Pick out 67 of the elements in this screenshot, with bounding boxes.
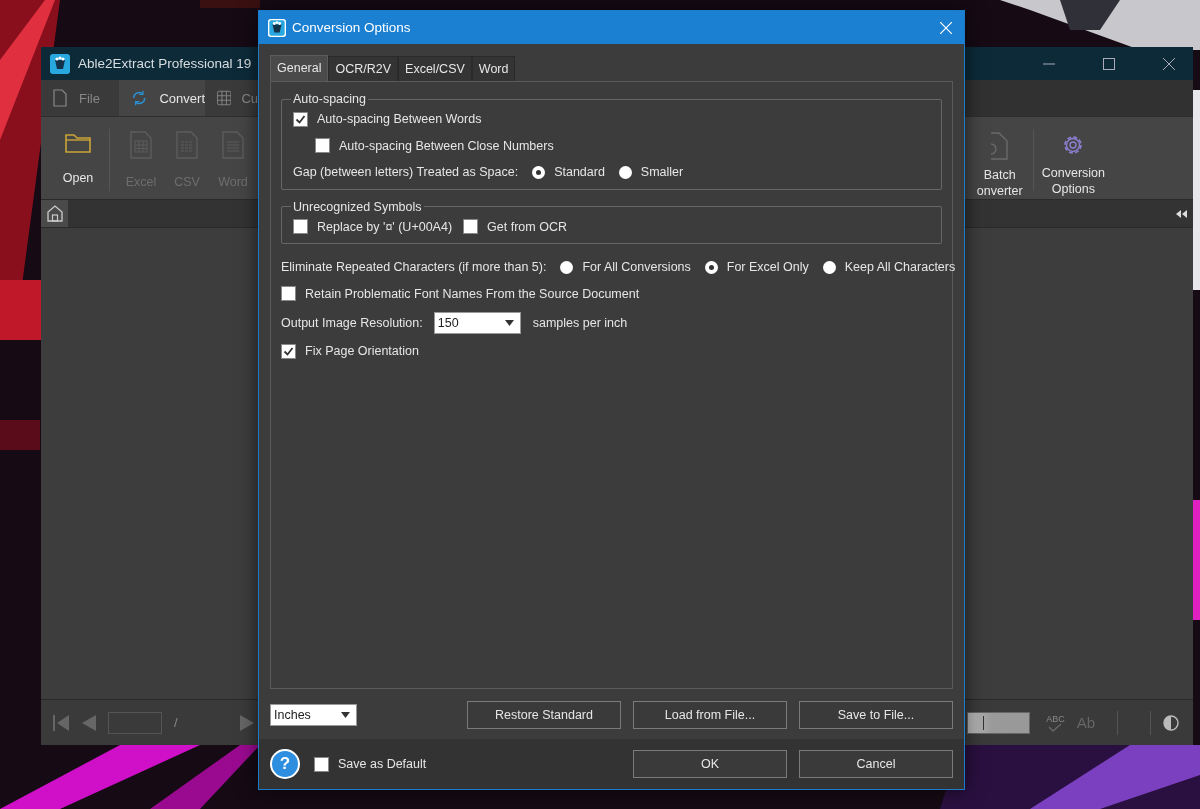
folder-icon xyxy=(64,131,92,155)
maximize-icon[interactable] xyxy=(1103,57,1115,70)
caret-icon xyxy=(504,319,514,326)
radio-label: For All Conversions xyxy=(582,260,691,275)
unit-label: samples per inch xyxy=(532,315,628,330)
radio-label: Standard xyxy=(554,165,605,180)
file-button[interactable]: Load from File... xyxy=(633,701,787,729)
contrast-icon[interactable] xyxy=(1163,714,1179,731)
grid-icon xyxy=(217,90,232,106)
file-button[interactable]: Restore Standard xyxy=(467,701,621,729)
home-button[interactable] xyxy=(41,200,68,227)
dialog-title: Conversion Options xyxy=(292,20,411,35)
window-title: Able2Extract Professional 19 xyxy=(78,56,252,71)
checkbox[interactable] xyxy=(281,343,296,359)
radio-button[interactable] xyxy=(560,260,574,274)
radio-button[interactable] xyxy=(822,260,836,274)
dialog-button[interactable]: Cancel xyxy=(799,750,953,778)
resolution-dropdown[interactable]: 150 xyxy=(433,311,521,334)
menu-tab[interactable]: Convert xyxy=(119,80,205,116)
radio-label: Smaller xyxy=(640,165,684,180)
zoom-slider[interactable] xyxy=(967,711,1031,734)
ribbon-button[interactable]: Batch onverter xyxy=(974,117,1025,199)
close-icon[interactable] xyxy=(1163,57,1175,70)
radio-label: Keep All Characters xyxy=(844,260,956,275)
home-icon xyxy=(46,205,63,222)
checkbox-label: Save as Default xyxy=(338,757,427,771)
radio-button[interactable] xyxy=(704,260,718,274)
radio-label: For Excel Only xyxy=(726,260,809,275)
group-title: Unrecognized Symbols xyxy=(292,199,423,214)
checkbox-label: Fix Page Orientation xyxy=(305,344,419,359)
radio-button[interactable] xyxy=(618,165,632,179)
checkbox[interactable] xyxy=(293,219,308,235)
tab[interactable]: Excel/CSV xyxy=(398,56,472,81)
tab[interactable]: Word xyxy=(471,56,516,81)
collapse-icon[interactable] xyxy=(1176,209,1187,218)
group-title: Auto-spacing xyxy=(292,92,367,106)
app-logo-icon xyxy=(268,18,286,37)
option-label: Gap (between letters) Treated as Space: xyxy=(293,165,519,180)
checkbox-label: Retain Problematic Font Names From the Source Document xyxy=(305,286,640,301)
checkbox[interactable] xyxy=(463,219,479,235)
gear-file-icon xyxy=(990,131,1009,161)
option-label: Output Image Resolution: xyxy=(281,315,423,330)
dialog-button[interactable]: OK xyxy=(633,750,787,778)
checkbox[interactable] xyxy=(314,756,329,772)
refresh-icon xyxy=(131,89,148,107)
checkbox-label: Auto-spacing Between Words xyxy=(317,112,482,127)
checkbox[interactable] xyxy=(293,111,308,127)
checkbox[interactable] xyxy=(281,286,296,302)
checkbox-label: Get from OCR xyxy=(487,219,567,234)
checkbox[interactable] xyxy=(315,138,330,154)
tab[interactable]: OCR/R2V xyxy=(328,56,399,81)
checkbox-label: Auto-spacing Between Close Numbers xyxy=(339,138,554,153)
file-button[interactable]: Save to File... xyxy=(799,701,953,729)
check-icon xyxy=(1048,723,1063,732)
ribbon-button[interactable]: Open xyxy=(55,117,101,199)
ribbon-button[interactable]: Conversion Options xyxy=(1041,117,1105,199)
units-dropdown[interactable]: Inches xyxy=(270,704,357,726)
option-label: Eliminate Repeated Characters (if more than 5): xyxy=(281,260,547,275)
page-icon xyxy=(53,89,67,107)
page-field[interactable] xyxy=(108,711,162,734)
document-icon xyxy=(221,131,245,159)
caret-icon xyxy=(341,712,350,718)
page-separator: / xyxy=(174,715,178,730)
checkbox-label: Replace by '¤' (U+00A4) xyxy=(317,219,453,234)
radio-button[interactable] xyxy=(532,165,546,179)
app-logo-icon xyxy=(50,53,70,74)
tab[interactable]: General xyxy=(270,55,329,81)
